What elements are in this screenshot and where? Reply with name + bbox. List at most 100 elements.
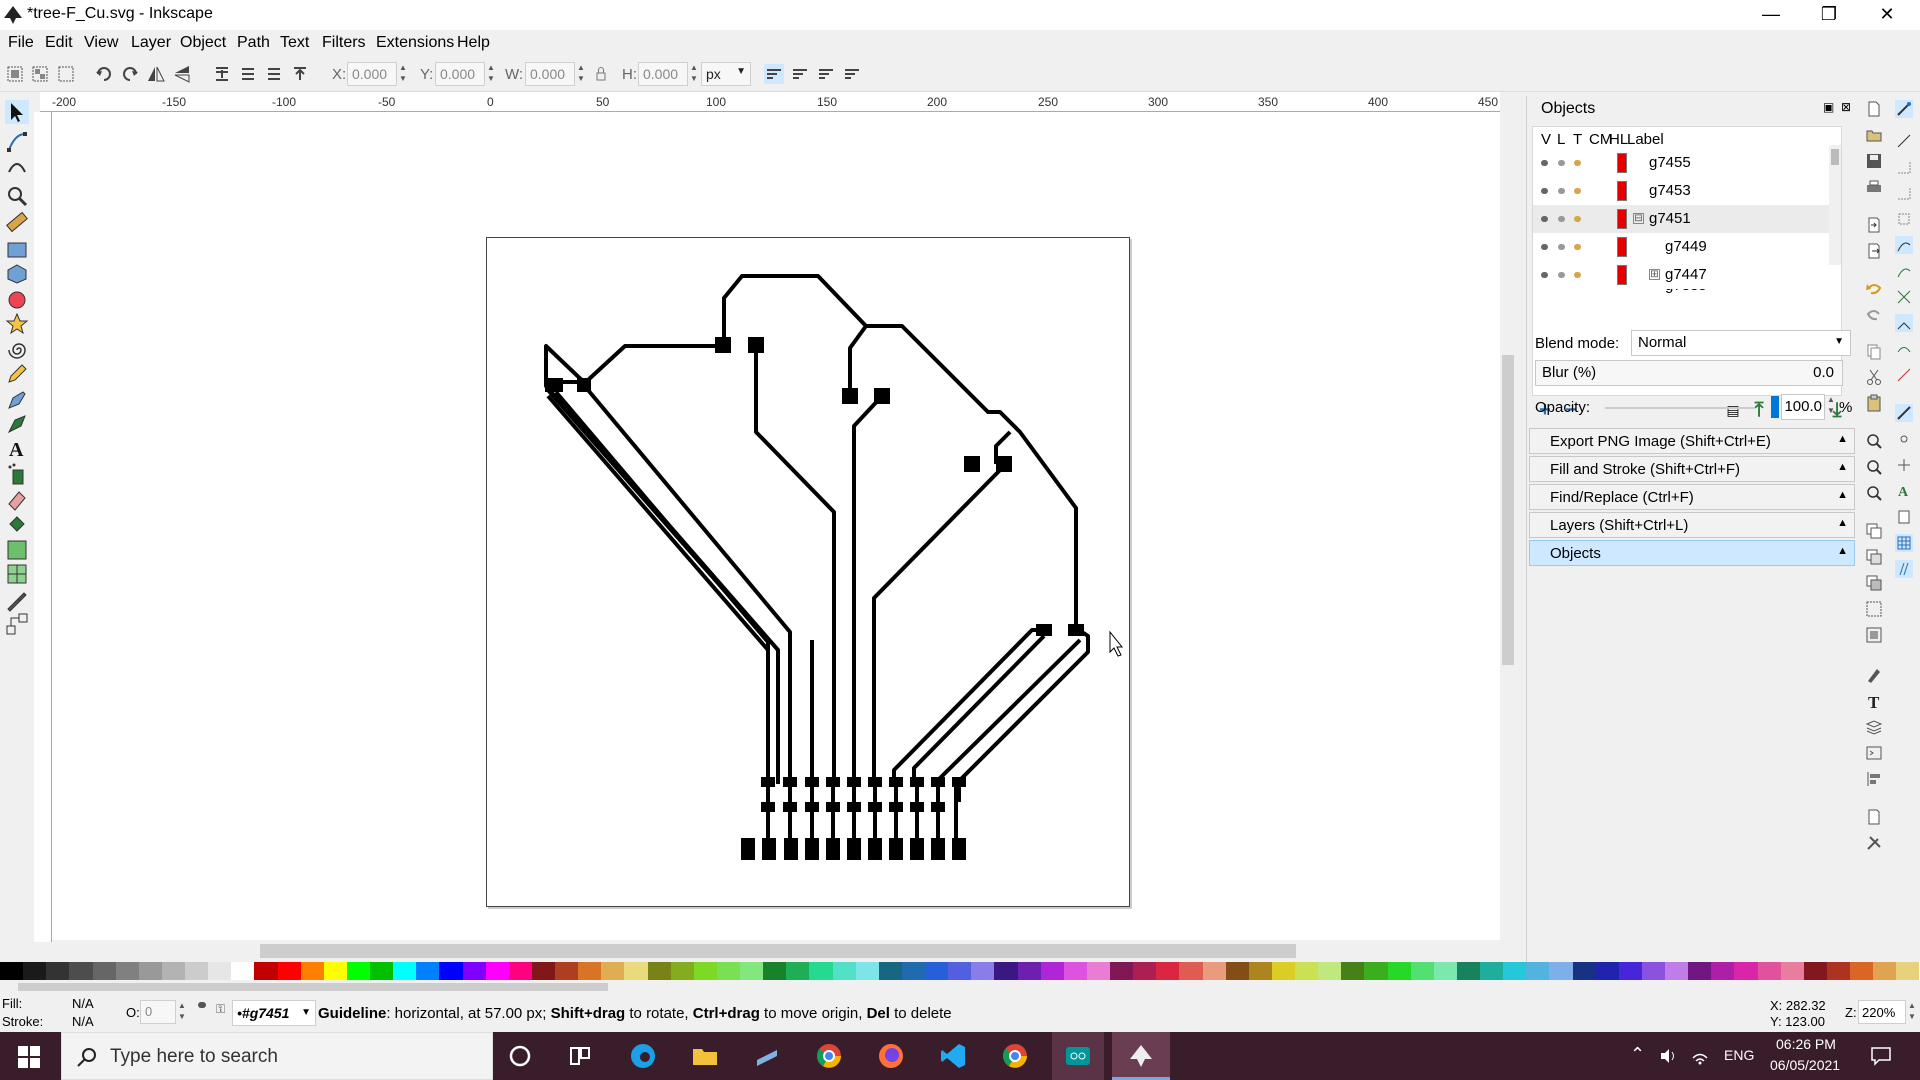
palette-swatch[interactable] [601, 962, 625, 980]
select-original-icon[interactable] [1865, 600, 1883, 618]
vertical-ruler[interactable] [34, 112, 52, 942]
palette-swatch[interactable] [69, 962, 93, 980]
snap-text-baseline-icon[interactable]: A [1895, 482, 1913, 500]
palette-swatch[interactable] [254, 962, 278, 980]
text-font-dialog-icon[interactable]: T [1865, 692, 1883, 710]
chrome-icon[interactable] [1001, 1042, 1029, 1070]
col-type[interactable]: T [1573, 131, 1582, 148]
zoom-spinner[interactable]: ▲ ▼ [1906, 1000, 1918, 1024]
palette-swatch[interactable] [138, 962, 162, 980]
object-row-selected[interactable]: ⊟ g7451 [1533, 205, 1829, 233]
scale-corners-icon[interactable] [790, 64, 810, 84]
w-spinner[interactable]: ▲ ▼ [575, 62, 587, 86]
export-icon[interactable] [1865, 242, 1883, 260]
object-label[interactable]: g7455 [1649, 154, 1691, 171]
palette-swatch[interactable] [1803, 962, 1827, 980]
palette-swatch[interactable] [277, 962, 301, 980]
taskbar-search-box[interactable]: Type here to search [61, 1032, 493, 1080]
ellipse-tool-icon[interactable] [5, 288, 29, 312]
select-all-icon[interactable] [5, 64, 25, 84]
zoom-drawing-icon[interactable] [1865, 458, 1883, 476]
width-field[interactable]: 0.000 [525, 62, 575, 86]
palette-swatch[interactable] [1734, 962, 1758, 980]
palette-swatch[interactable] [878, 962, 902, 980]
h-spinner[interactable]: ▲ ▼ [688, 62, 700, 86]
palette-swatch[interactable] [1040, 962, 1064, 980]
objects-list-scrollbar[interactable] [1829, 145, 1841, 265]
selector-tool-icon[interactable] [5, 100, 29, 124]
menu-object[interactable]: Object [180, 34, 226, 52]
cut-icon[interactable] [1865, 368, 1883, 386]
eraser-tool-icon[interactable] [5, 488, 29, 512]
palette-swatch[interactable] [0, 962, 24, 980]
palette-swatch[interactable] [763, 962, 787, 980]
group-icon[interactable] [1865, 626, 1883, 644]
palette-swatch[interactable] [1526, 962, 1550, 980]
y-spinner[interactable]: ▲ ▼ [485, 62, 497, 86]
print-icon[interactable] [1865, 178, 1883, 196]
palette-swatch[interactable] [161, 962, 185, 980]
duplicate-icon[interactable] [1865, 522, 1883, 540]
menu-layer[interactable]: Layer [131, 34, 171, 52]
palette-swatch[interactable] [1595, 962, 1619, 980]
palette-swatch[interactable] [1780, 962, 1804, 980]
zoom-tool-icon[interactable] [5, 184, 29, 208]
windows-start-icon[interactable] [18, 1046, 40, 1068]
palette-swatch[interactable] [1364, 962, 1388, 980]
gradient-tool-icon[interactable] [5, 538, 29, 562]
import-icon[interactable] [1865, 216, 1883, 234]
object-label[interactable]: g7447 [1665, 266, 1707, 283]
object-label[interactable]: g7449 [1665, 238, 1707, 255]
palette-swatch[interactable] [716, 962, 740, 980]
palette-swatch[interactable] [786, 962, 810, 980]
palette-swatch[interactable] [1480, 962, 1504, 980]
highlight-color-swatch[interactable] [1617, 153, 1627, 173]
palette-swatch[interactable] [1202, 962, 1226, 980]
palette-swatch[interactable] [370, 962, 394, 980]
zoom-selection-icon[interactable] [1865, 432, 1883, 450]
palette-swatch[interactable] [1665, 962, 1689, 980]
file-explorer-icon[interactable] [691, 1042, 719, 1070]
move-gradients-icon[interactable] [816, 64, 836, 84]
snap-path-icon[interactable] [1895, 262, 1913, 280]
pen-tool-icon[interactable] [5, 388, 29, 412]
snap-bbox-icon[interactable] [1895, 132, 1913, 150]
object-row[interactable]: ⊞ g7447 [1533, 261, 1829, 289]
vscode-icon[interactable] [939, 1042, 967, 1070]
visible-eye-icon[interactable] [1541, 188, 1548, 194]
lock-toggle-icon[interactable] [1558, 160, 1565, 166]
canvas-vertical-scrollbar[interactable] [1500, 100, 1516, 942]
menu-help[interactable]: Help [457, 34, 490, 52]
palette-swatch[interactable] [92, 962, 116, 980]
col-visible[interactable]: V [1541, 131, 1551, 148]
calligraphy-tool-icon[interactable] [5, 412, 29, 436]
object-row[interactable]: g7453 [1533, 177, 1829, 205]
lower-icon[interactable] [238, 64, 258, 84]
highlight-color-swatch[interactable] [1617, 265, 1627, 285]
close-button[interactable]: ✕ [1858, 0, 1916, 30]
palette-swatch[interactable] [1017, 962, 1041, 980]
select-all-layers-icon[interactable] [30, 64, 50, 84]
rotate-ccw-icon[interactable] [94, 64, 114, 84]
canvas-horizontal-scrollbar[interactable] [52, 940, 1500, 960]
opacity-slider-handle[interactable] [1771, 396, 1779, 418]
dock-tab-export-png[interactable]: Export PNG Image (Shift+Ctrl+E) ▲ [1529, 428, 1855, 454]
preferences-icon[interactable] [1865, 834, 1883, 852]
rotate-cw-icon[interactable] [120, 64, 140, 84]
palette-swatch[interactable] [185, 962, 209, 980]
highlight-color-swatch[interactable] [1617, 181, 1627, 201]
xml-editor-icon[interactable] [1865, 744, 1883, 762]
notifications-icon[interactable] [1870, 1046, 1892, 1066]
palette-swatch[interactable] [46, 962, 70, 980]
fill-stroke-dialog-icon[interactable] [1865, 666, 1883, 684]
minimize-button[interactable]: — [1742, 0, 1800, 30]
opacity-spinner[interactable]: ▲ ▼ [1825, 394, 1837, 418]
palette-swatch[interactable] [1225, 962, 1249, 980]
document-properties-icon[interactable] [1865, 808, 1883, 826]
scale-stroke-icon[interactable] [764, 64, 784, 84]
palette-swatch[interactable] [1456, 962, 1480, 980]
col-highlight[interactable]: HL [1609, 131, 1628, 148]
layer-visibility-icon[interactable] [198, 1002, 206, 1008]
palette-swatch[interactable] [1572, 962, 1596, 980]
blur-slider[interactable]: Blur (%) 0.0 [1535, 360, 1843, 386]
